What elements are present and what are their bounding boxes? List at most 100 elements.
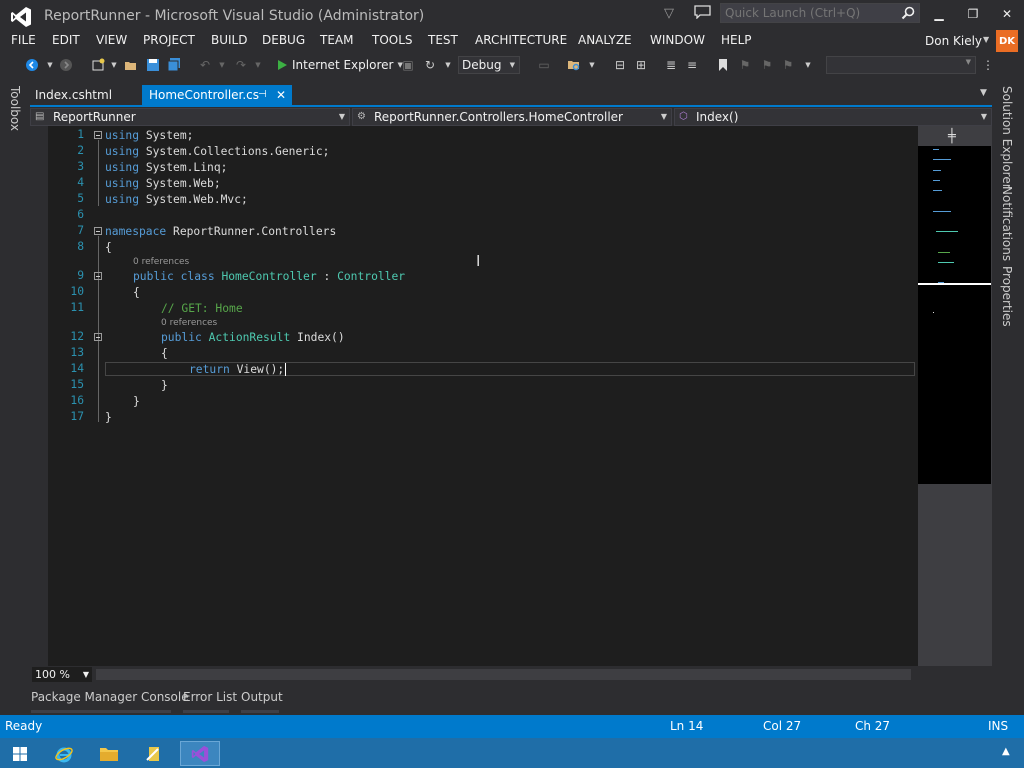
menu-architecture[interactable]: ARCHITECTURE <box>473 33 569 47</box>
feedback-icon[interactable] <box>694 5 711 19</box>
windows-start-icon[interactable] <box>0 741 40 766</box>
window-title: ReportRunner - Microsoft Visual Studio (… <box>44 8 425 24</box>
increase-indent-icon[interactable]: ≡ <box>684 57 700 73</box>
menu-team[interactable]: TEAM <box>318 33 355 47</box>
properties-tab[interactable]: Properties <box>1000 266 1014 327</box>
undo-chevron-icon[interactable]: ▼ <box>214 57 230 73</box>
visual-studio-taskbar-button[interactable] <box>180 741 220 766</box>
play-icon <box>278 60 287 70</box>
close-tab-icon[interactable]: ✕ <box>276 85 286 105</box>
platform-select[interactable]: ▼ <box>826 56 976 74</box>
navigate-forward-icon[interactable] <box>58 57 74 73</box>
comment-out-icon[interactable]: ⊟ <box>612 57 628 73</box>
menu-build[interactable]: BUILD <box>209 33 249 47</box>
undo-icon[interactable]: ↶ <box>197 57 213 73</box>
open-file-icon[interactable] <box>123 57 139 73</box>
member-navigation-dropdown[interactable]: ⬡ Index() ▼ <box>674 108 992 126</box>
menu-project[interactable]: PROJECT <box>141 33 197 47</box>
tab-overflow-chevron-icon[interactable]: ▼ <box>980 88 987 98</box>
tab-package-manager-console[interactable]: Package Manager Console <box>31 690 189 704</box>
tab-index-cshtml[interactable]: Index.cshtml <box>30 85 117 105</box>
configuration-value: Debug <box>462 58 502 72</box>
code-comment: // GET: Home <box>161 302 243 315</box>
refresh-icon[interactable]: ↻ <box>422 57 438 73</box>
new-project-chevron-icon[interactable]: ▼ <box>106 57 122 73</box>
previous-bookmark-icon[interactable]: ⚑ <box>737 57 753 73</box>
status-bar: Ready Ln 14 Col 27 Ch 27 INS <box>0 715 1024 738</box>
tab-output[interactable]: Output <box>241 690 283 704</box>
clear-bookmarks-icon[interactable]: ⚑ <box>780 57 796 73</box>
code-line: { <box>161 347 168 360</box>
quick-launch-input[interactable] <box>721 4 899 22</box>
save-all-icon[interactable] <box>166 57 182 73</box>
code-line: using System.Collections.Generic; <box>105 145 330 158</box>
menu-analyze[interactable]: ANALYZE <box>576 33 634 47</box>
start-debugging-button[interactable]: Internet Explorer ▼ <box>276 56 403 74</box>
menu-edit[interactable]: EDIT <box>50 33 82 47</box>
find-chevron-icon[interactable]: ▼ <box>584 57 600 73</box>
user-name[interactable]: Don Kiely <box>925 34 982 48</box>
project-nav-value: ReportRunner <box>53 110 136 124</box>
zoom-select[interactable]: 100 % ▼ <box>32 667 92 682</box>
save-icon[interactable] <box>145 57 161 73</box>
tools-app-icon[interactable] <box>134 741 174 766</box>
collapse-class-icon[interactable] <box>94 272 102 280</box>
toggle-icon[interactable]: ▭ <box>536 57 552 73</box>
navigate-back-icon[interactable] <box>24 57 40 73</box>
toolbar-options-chevron-icon[interactable]: ▼ <box>800 57 816 73</box>
redo-icon[interactable]: ↷ <box>233 57 249 73</box>
minimize-button[interactable]: ▁ <box>926 4 952 24</box>
code-map[interactable] <box>918 146 991 484</box>
decrease-indent-icon[interactable]: ≣ <box>663 57 679 73</box>
configuration-chevron-icon: ▼ <box>509 61 515 69</box>
zoom-value: 100 % <box>35 668 70 681</box>
visual-studio-logo-icon[interactable] <box>10 6 32 28</box>
menu-help[interactable]: HELP <box>719 33 754 47</box>
pin-icon[interactable]: ⊣ <box>258 85 267 105</box>
collapse-usings-icon[interactable] <box>94 131 102 139</box>
new-project-icon[interactable] <box>90 57 106 73</box>
horizontal-scrollbar[interactable] <box>96 669 911 680</box>
close-window-button[interactable]: ✕ <box>994 4 1020 24</box>
run-target-chevron-icon[interactable]: ▼ <box>397 61 402 69</box>
avatar[interactable]: DK <box>996 30 1018 52</box>
refresh-chevron-icon[interactable]: ▼ <box>440 57 456 73</box>
configuration-select[interactable]: Debug ▼ <box>458 56 520 74</box>
solution-explorer-tab[interactable]: Solution Explorer <box>1000 86 1014 189</box>
bookmark-icon[interactable] <box>715 57 731 73</box>
redo-chevron-icon[interactable]: ▼ <box>250 57 266 73</box>
split-window-icon[interactable]: ╪ <box>948 129 956 144</box>
notifications-filter-icon[interactable]: ▽ <box>664 6 674 21</box>
back-dropdown-chevron-icon[interactable]: ▼ <box>42 57 58 73</box>
ibeam-cursor-icon: I <box>476 252 481 270</box>
tab-error-list[interactable]: Error List <box>183 690 237 704</box>
project-navigation-dropdown[interactable]: ▤ ReportRunner ▼ <box>30 108 350 126</box>
file-explorer-icon[interactable] <box>89 741 129 766</box>
menu-view[interactable]: VIEW <box>94 33 129 47</box>
next-bookmark-icon[interactable]: ⚑ <box>759 57 775 73</box>
code-lens-references[interactable]: 0 references <box>133 257 189 267</box>
restore-button[interactable]: ❐ <box>960 4 986 24</box>
notifications-tab[interactable]: Notifications <box>1000 186 1014 261</box>
tray-overflow-chevron-icon[interactable]: ▲ <box>1002 746 1010 757</box>
search-icon[interactable] <box>901 6 915 20</box>
user-menu-chevron-icon[interactable]: ▼ <box>983 35 989 44</box>
find-in-files-icon[interactable] <box>566 57 582 73</box>
collapse-namespace-icon[interactable] <box>94 227 102 235</box>
toolbar-overflow-icon[interactable]: ⋮ <box>980 57 996 73</box>
quick-launch-box[interactable] <box>720 3 920 23</box>
collapse-method-icon[interactable] <box>94 333 102 341</box>
internet-explorer-icon[interactable] <box>44 741 84 766</box>
uncomment-icon[interactable]: ⊞ <box>633 57 649 73</box>
line-number: 4 <box>77 176 84 189</box>
menu-file[interactable]: FILE <box>9 33 38 47</box>
menu-test[interactable]: TEST <box>426 33 460 47</box>
menu-tools[interactable]: TOOLS <box>370 33 415 47</box>
line-number: 15 <box>70 378 84 391</box>
tab-home-controller[interactable]: HomeController.cs ⊣ ✕ <box>142 85 292 105</box>
type-navigation-dropdown[interactable]: ⚙ ReportRunner.Controllers.HomeControlle… <box>352 108 672 126</box>
code-lens-references[interactable]: 0 references <box>161 318 217 328</box>
menu-debug[interactable]: DEBUG <box>260 33 307 47</box>
toolbox-tab[interactable]: Toolbox <box>8 86 22 131</box>
menu-window[interactable]: WINDOW <box>648 33 707 47</box>
